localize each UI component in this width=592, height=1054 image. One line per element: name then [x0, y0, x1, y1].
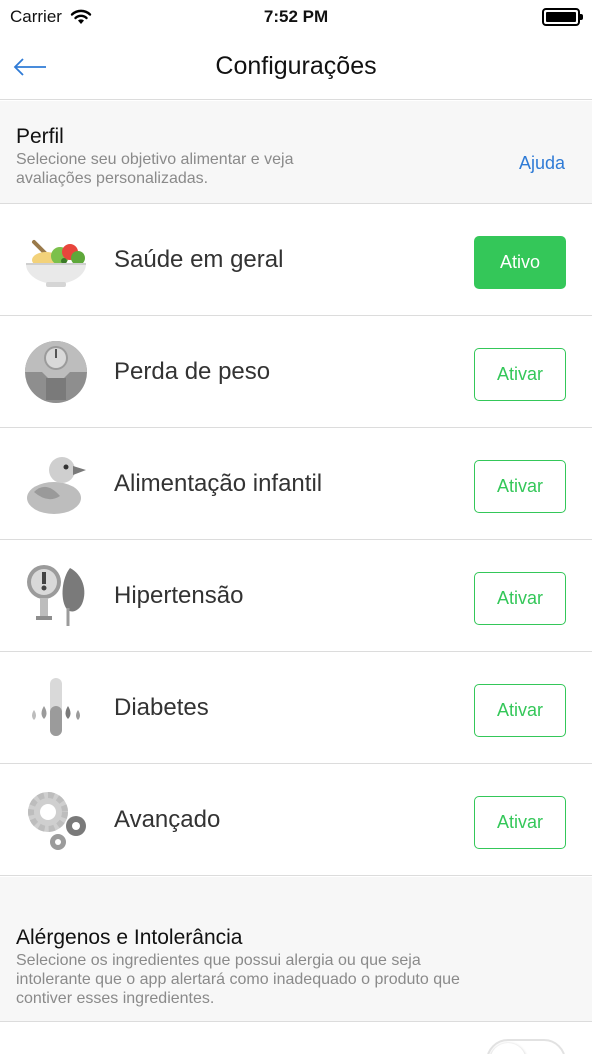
blood-pressure-icon — [27, 565, 85, 626]
status-left: Carrier — [10, 7, 92, 27]
profile-label: Avançado — [114, 806, 221, 833]
perfil-section-header: Perfil Selecione seu objetivo alimentar … — [0, 101, 592, 204]
allergens-title: Alérgenos e Intolerância — [16, 926, 243, 949]
profile-label: Hipertensão — [114, 582, 244, 609]
test-tube-drops-icon — [32, 678, 80, 736]
perfil-description-line2: avaliações personalizadas. — [16, 170, 209, 187]
rubber-duck-icon — [27, 457, 86, 514]
allergen-row-partial[interactable] — [0, 1022, 592, 1054]
allergens-description-line2: intolerante que o app alertará como inad… — [16, 971, 460, 988]
profile-row-perda-peso[interactable]: Perda de peso Ativar — [0, 316, 592, 428]
profile-label: Diabetes — [114, 694, 209, 721]
profile-label: Perda de peso — [114, 358, 271, 385]
activate-button[interactable]: Ativar — [474, 572, 566, 625]
status-bar: Carrier 7:52 PM — [0, 0, 592, 34]
allergens-description-line3: contiver esses ingredientes. — [16, 990, 215, 1007]
gears-icon — [28, 792, 86, 850]
wifi-icon — [70, 9, 92, 24]
arrow-left-icon — [13, 58, 46, 76]
nav-bar: Configurações — [0, 34, 592, 100]
profile-row-avancado[interactable]: Avançado Ativar — [0, 764, 592, 876]
activate-button[interactable]: Ativar — [474, 796, 566, 849]
profile-label: Saúde em geral — [114, 246, 284, 273]
allergens-section-header: Alérgenos e Intolerância Selecione os in… — [0, 877, 592, 1022]
toggle-knob — [490, 1043, 526, 1054]
perfil-title: Perfil — [16, 125, 64, 148]
active-button[interactable]: Ativo — [474, 236, 566, 289]
activate-button[interactable]: Ativar — [474, 460, 566, 513]
profile-row-hipertensao[interactable]: Hipertensão Ativar — [0, 540, 592, 652]
profile-row-saude[interactable]: Saúde em geral Ativo — [0, 204, 592, 316]
allergens-description-line1: Selecione os ingredientes que possui ale… — [16, 952, 421, 969]
perfil-description-line1: Selecione seu objetivo alimentar e veja — [16, 151, 294, 168]
back-button[interactable] — [12, 52, 52, 82]
carrier-label: Carrier — [10, 7, 62, 26]
activate-button[interactable]: Ativar — [474, 348, 566, 401]
page-title: Configurações — [215, 52, 377, 80]
profile-row-alimentacao-infantil[interactable]: Alimentação infantil Ativar — [0, 428, 592, 540]
activate-button[interactable]: Ativar — [474, 684, 566, 737]
battery-icon — [542, 8, 583, 26]
salad-bowl-icon — [26, 240, 86, 287]
help-link[interactable]: Ajuda — [519, 153, 565, 174]
allergen-toggle[interactable] — [486, 1039, 566, 1054]
scale-icon — [25, 341, 87, 403]
profile-label: Alimentação infantil — [114, 470, 323, 497]
profile-row-diabetes[interactable]: Diabetes Ativar — [0, 652, 592, 764]
